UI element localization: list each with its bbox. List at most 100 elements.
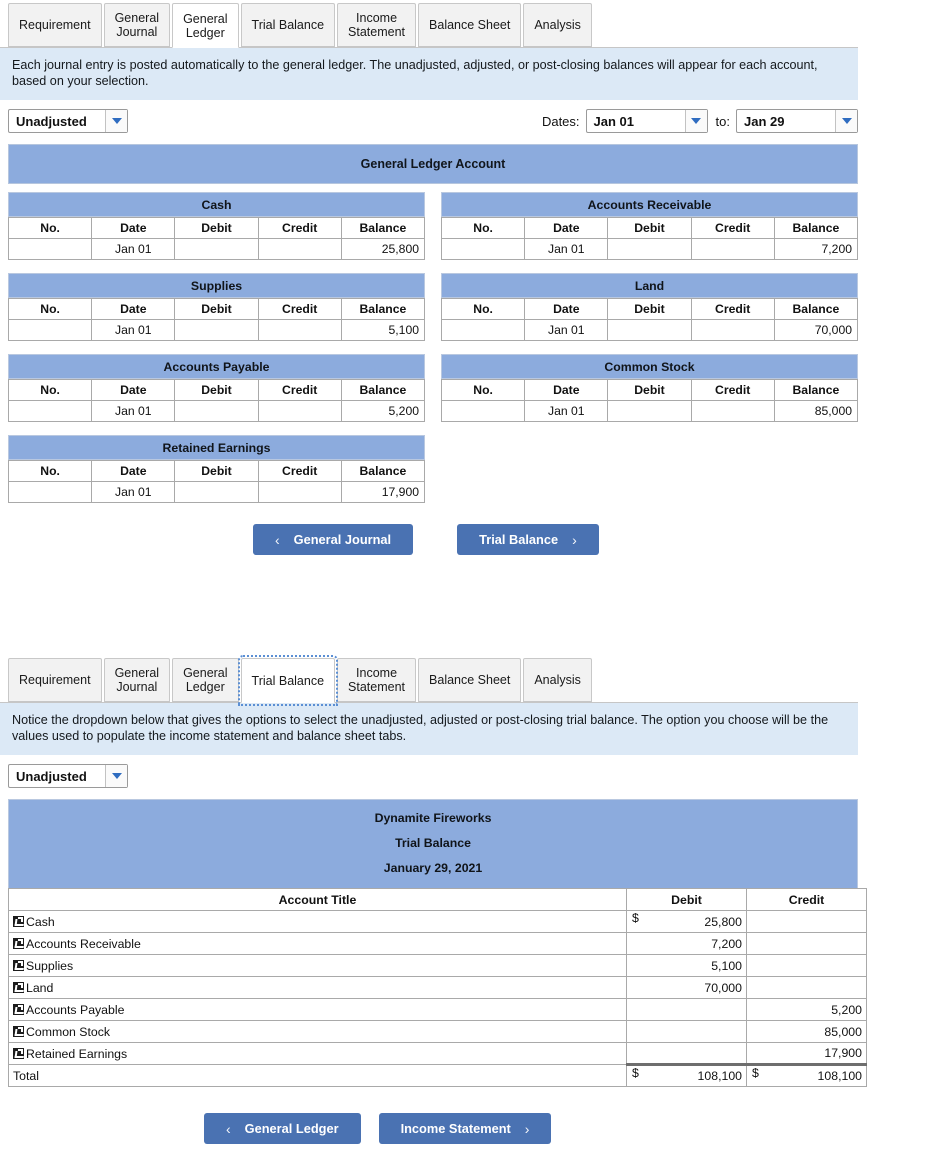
account-title-label: Supplies: [26, 958, 74, 973]
column-header-balance: Balance: [773, 379, 859, 401]
table-body: Cash $25,800 Accounts Receivable 7,200 Suppl…: [8, 910, 867, 1087]
undo-arrow-icon[interactable]: [13, 916, 24, 927]
amount-value: 5,100: [711, 958, 742, 973]
chevron-down-icon[interactable]: [684, 110, 707, 132]
tab-income-statement[interactable]: Income Statement: [337, 658, 417, 702]
column-header-debit: Debit: [174, 298, 259, 320]
prev-general-journal-button[interactable]: ‹ General Journal: [253, 524, 414, 555]
table-row: Jan 01 5,100: [7, 319, 426, 341]
date-from-select[interactable]: Jan 01: [585, 109, 708, 133]
column-header-no: No.: [7, 298, 93, 320]
trial-balance-report: Dynamite Fireworks Trial Balance January…: [0, 799, 867, 1087]
undo-arrow-icon[interactable]: [13, 938, 24, 949]
chevron-down-icon[interactable]: [105, 110, 127, 132]
tab-strip-trial: Requirement General Journal General Ledger…: [0, 655, 858, 706]
debit-cell: 70,000: [626, 976, 747, 999]
column-header-credit: Credit: [746, 888, 867, 911]
account-title-cell[interactable]: Cash: [8, 910, 627, 933]
account-name: Common Stock: [441, 354, 858, 379]
cell-debit: [174, 481, 259, 503]
column-header-date: Date: [524, 379, 609, 401]
prev-general-ledger-button[interactable]: ‹ General Ledger: [204, 1113, 361, 1144]
tab-income-statement[interactable]: Income Statement: [337, 3, 417, 47]
tab-trial-balance[interactable]: Trial Balance: [237, 655, 339, 706]
column-header-no: No.: [440, 298, 526, 320]
table-header-row: No. Date Debit Credit Balance: [7, 460, 426, 482]
tab-balance-sheet[interactable]: Balance Sheet: [418, 3, 522, 47]
debit-cell: [626, 1020, 747, 1043]
table-row: Jan 01 17,900: [7, 481, 426, 503]
amount-value: 85,000: [824, 1024, 862, 1039]
tab-requirement[interactable]: Requirement: [8, 3, 102, 47]
tab-general-journal[interactable]: General Journal: [103, 658, 171, 702]
undo-arrow-icon[interactable]: [13, 960, 24, 971]
amount-value: 5,200: [831, 1002, 862, 1017]
undo-arrow-icon[interactable]: [13, 1004, 24, 1015]
table-row: Common Stock 85,000: [8, 1020, 867, 1043]
column-header-balance: Balance: [340, 217, 426, 239]
account-title-label: Accounts Receivable: [26, 936, 141, 951]
account-name: Retained Earnings: [8, 435, 425, 460]
tab-requirement[interactable]: Requirement: [8, 658, 102, 702]
cell-no: [440, 319, 526, 341]
ledger-instruction-banner: Each journal entry is posted automatical…: [0, 48, 858, 100]
trial-basis-select[interactable]: Unadjusted: [8, 764, 128, 788]
dates-label: Dates:: [541, 113, 580, 129]
account-table: No. Date Debit Credit Balance Jan 01 5,100: [7, 298, 426, 341]
undo-arrow-icon[interactable]: [13, 1026, 24, 1037]
tab-general-ledger[interactable]: General Ledger: [172, 658, 239, 702]
next-income-statement-button[interactable]: Income Statement ›: [378, 1113, 552, 1144]
tab-analysis[interactable]: Analysis: [523, 3, 592, 47]
cell-date: Jan 01: [524, 319, 609, 341]
next-trial-balance-button[interactable]: Trial Balance ›: [457, 524, 599, 555]
tab-balance-sheet[interactable]: Balance Sheet: [418, 658, 522, 702]
account-title-label: Accounts Payable: [26, 1002, 125, 1017]
account-title-cell[interactable]: Accounts Receivable: [8, 932, 627, 955]
amount-value: 108,100: [817, 1069, 862, 1083]
trial-balance-table: Account Title Debit Credit Cash $25,800 Acco…: [8, 888, 867, 1087]
column-header-no: No.: [440, 379, 526, 401]
general-ledger-panel: Requirement General Journal General Ledger…: [0, 0, 944, 555]
credit-cell: [746, 910, 867, 933]
account-table: No. Date Debit Credit Balance Jan 01 70,000: [440, 298, 859, 341]
cell-credit: [257, 400, 342, 422]
general-ledger-grid: General Ledger Account Cash No. Date Debit C…: [0, 144, 859, 516]
table-row: Supplies 5,100: [8, 954, 867, 977]
prev-button-label: General Journal: [293, 532, 392, 547]
account-title-label: Land: [26, 980, 54, 995]
credit-cell: 17,900: [746, 1042, 867, 1065]
account-title-cell[interactable]: Retained Earnings: [8, 1042, 627, 1065]
tab-trial-balance[interactable]: Trial Balance: [240, 3, 336, 47]
report-statement: Trial Balance: [395, 836, 471, 850]
column-header-balance: Balance: [773, 298, 859, 320]
trial-control-row: Unadjusted: [0, 759, 858, 793]
account-name: Land: [441, 273, 858, 298]
table-header-row: Account Title Debit Credit: [8, 888, 867, 911]
general-ledger-title: General Ledger Account: [8, 144, 858, 184]
chevron-down-icon[interactable]: [835, 110, 857, 132]
debit-cell: [626, 998, 747, 1021]
account-table: No. Date Debit Credit Balance Jan 01 17,900: [7, 460, 426, 503]
column-header-credit: Credit: [257, 298, 342, 320]
ledger-basis-select[interactable]: Unadjusted: [8, 109, 128, 133]
account-title-cell[interactable]: Accounts Payable: [8, 998, 627, 1021]
report-company: Dynamite Fireworks: [374, 811, 492, 825]
column-header-credit: Credit: [690, 298, 775, 320]
column-header-date: Date: [91, 379, 176, 401]
account-title-cell[interactable]: Land: [8, 976, 627, 999]
date-to-select[interactable]: Jan 29: [736, 109, 858, 133]
undo-arrow-icon[interactable]: [13, 982, 24, 993]
account-title-cell[interactable]: Common Stock: [8, 1020, 627, 1043]
column-header-no: No.: [7, 217, 93, 239]
tab-analysis[interactable]: Analysis: [523, 658, 592, 702]
table-header-row: No. Date Debit Credit Balance: [440, 298, 859, 320]
cell-credit: [257, 238, 342, 260]
account-title-cell[interactable]: Supplies: [8, 954, 627, 977]
chevron-down-icon[interactable]: [105, 765, 127, 787]
tab-general-ledger[interactable]: General Ledger: [172, 3, 239, 48]
undo-arrow-icon[interactable]: [13, 1048, 24, 1059]
total-credit-cell: $108,100: [746, 1063, 867, 1087]
cell-credit: [690, 400, 775, 422]
chevron-right-icon: ›: [524, 1120, 530, 1137]
tab-general-journal[interactable]: General Journal: [103, 3, 171, 47]
